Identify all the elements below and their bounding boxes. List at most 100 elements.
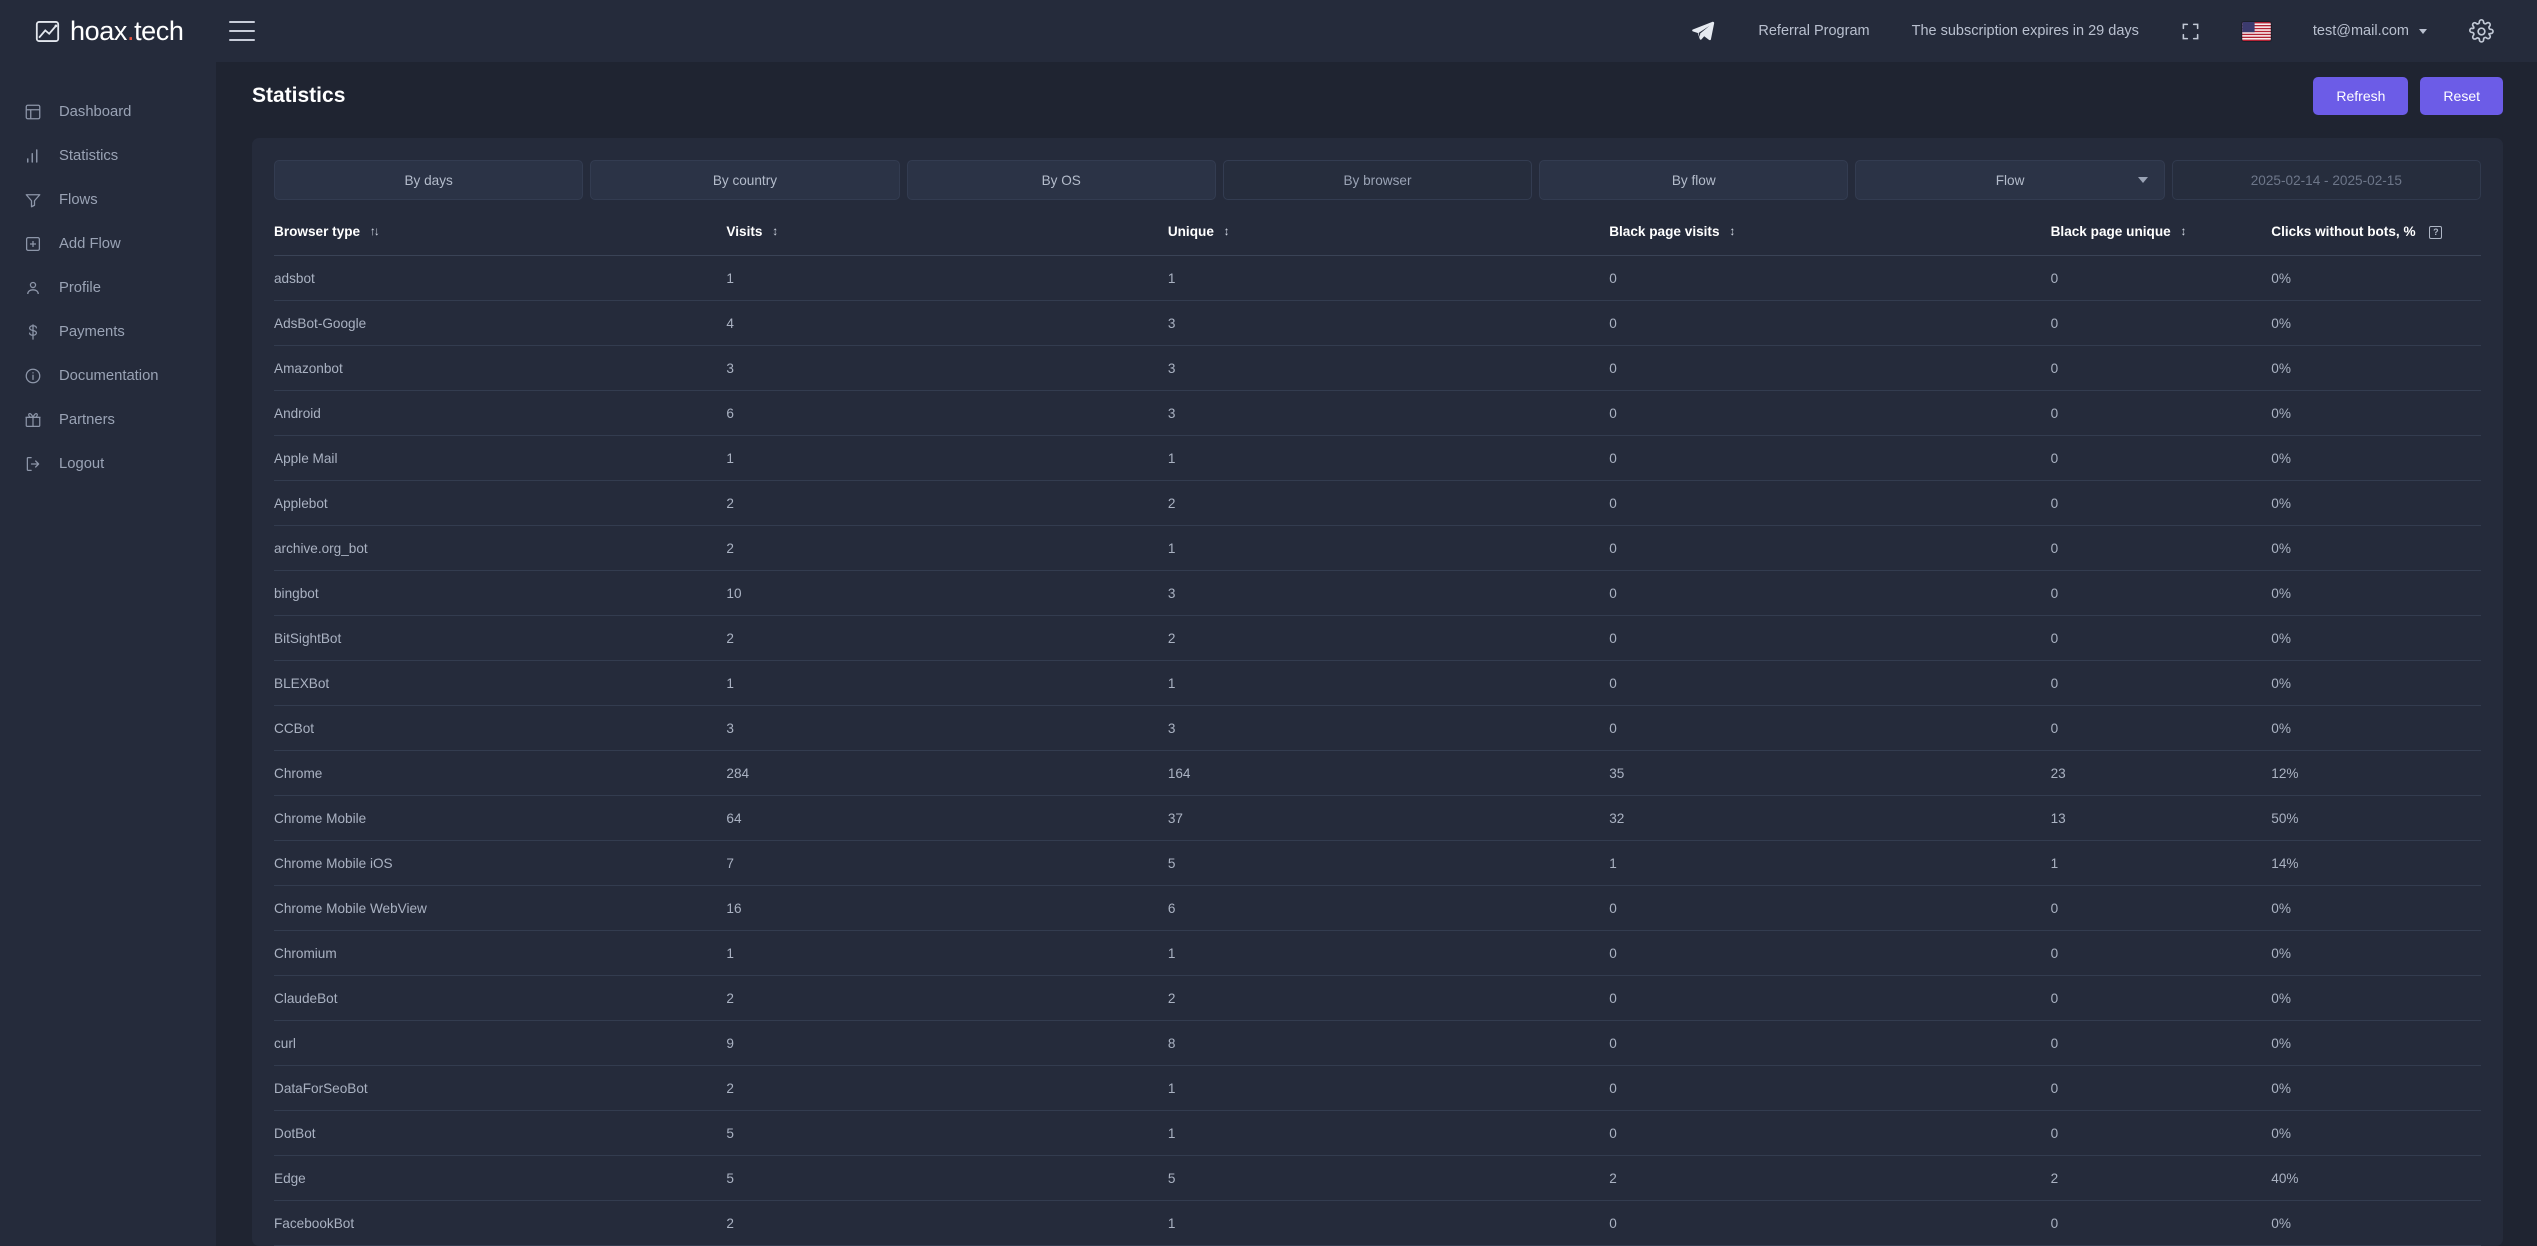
sidebar-item-logout[interactable]: Logout: [0, 442, 216, 486]
column-black-page-unique[interactable]: Black page unique ↕: [2050, 218, 2272, 256]
cell-black-page-unique: 0: [2050, 705, 2272, 751]
cell-black-page-unique: 13: [2050, 795, 2272, 841]
refresh-button[interactable]: Refresh: [2313, 77, 2409, 115]
logout-arrow-icon: [23, 455, 42, 474]
sidebar-item-label: Payments: [59, 324, 125, 340]
cell-unique: 2: [1167, 615, 1610, 661]
cell-visits: 2: [726, 1200, 1168, 1246]
cell-clicks-without-bots: 40%: [2271, 1155, 2481, 1201]
tab-by-flow[interactable]: By flow: [1539, 160, 1849, 200]
date-range-input[interactable]: 2025-02-14 - 2025-02-15: [2171, 160, 2481, 200]
cell-clicks-without-bots: 0%: [2271, 525, 2481, 571]
flow-select[interactable]: Flow: [1855, 160, 2165, 200]
table-row[interactable]: DotBot 5 1 0 0 0%: [274, 1110, 2481, 1156]
cell-browser-type: Chrome Mobile iOS: [274, 840, 727, 886]
table-row[interactable]: BitSightBot 2 2 0 0 0%: [274, 615, 2481, 661]
sidebar-item-documentation[interactable]: Documentation: [0, 354, 216, 398]
cell-unique: 3: [1167, 390, 1610, 436]
cell-black-page-visits: 0: [1609, 570, 2051, 616]
cell-browser-type: Chrome Mobile WebView: [274, 885, 727, 931]
cell-visits: 2: [726, 975, 1168, 1021]
sidebar-navigation: Dashboard Statistics Flows Add Flow Prof…: [0, 62, 216, 1246]
cell-black-page-unique: 0: [2050, 435, 2272, 481]
sidebar-item-statistics[interactable]: Statistics: [0, 134, 216, 178]
table-row[interactable]: bingbot 10 3 0 0 0%: [274, 570, 2481, 616]
account-email-label: test@mail.com: [2312, 23, 2409, 39]
cell-unique: 3: [1167, 345, 1610, 391]
sidebar-item-dashboard[interactable]: Dashboard: [0, 90, 216, 134]
table-row[interactable]: Edge 5 5 2 2 40%: [274, 1155, 2481, 1201]
cell-visits: 64: [726, 795, 1168, 841]
table-row[interactable]: Chrome Mobile 64 37 32 13 50%: [274, 795, 2481, 841]
table-row[interactable]: Chrome 284 164 35 23 12%: [274, 750, 2481, 796]
table-row[interactable]: AdsBot-Google 4 3 0 0 0%: [274, 300, 2481, 346]
cell-unique: 1: [1167, 435, 1610, 481]
table-row[interactable]: FacebookBot 2 1 0 0 0%: [274, 1200, 2481, 1246]
table-row[interactable]: CCBot 3 3 0 0 0%: [274, 705, 2481, 751]
tab-by-os[interactable]: By OS: [906, 160, 1216, 200]
account-menu[interactable]: test@mail.com: [2292, 23, 2448, 39]
table-row[interactable]: Amazonbot 3 3 0 0 0%: [274, 345, 2481, 391]
cell-clicks-without-bots: 0%: [2271, 390, 2481, 436]
tab-by-browser[interactable]: By browser: [1222, 160, 1533, 200]
cell-unique: 5: [1167, 1155, 1610, 1201]
table-row[interactable]: Applebot 2 2 0 0 0%: [274, 480, 2481, 526]
table-row[interactable]: BLEXBot 1 1 0 0 0%: [274, 660, 2481, 706]
cell-browser-type: BLEXBot: [274, 660, 727, 706]
column-unique[interactable]: Unique ↕: [1167, 218, 1610, 256]
cell-black-page-unique: 0: [2050, 615, 2272, 661]
sidebar-item-add-flow[interactable]: Add Flow: [0, 222, 216, 266]
fullscreen-button[interactable]: [2160, 22, 2221, 41]
cell-black-page-visits: 32: [1609, 795, 2051, 841]
column-label: Visits: [726, 224, 763, 239]
table-row[interactable]: Chromium 1 1 0 0 0%: [274, 930, 2481, 976]
cell-black-page-unique: 0: [2050, 1020, 2272, 1066]
cell-visits: 5: [726, 1155, 1168, 1201]
table-row[interactable]: Apple Mail 1 1 0 0 0%: [274, 435, 2481, 481]
tab-by-country[interactable]: By country: [590, 160, 900, 200]
column-visits[interactable]: Visits ↕: [726, 218, 1168, 256]
cell-visits: 2: [726, 480, 1168, 526]
cell-visits: 2: [726, 1065, 1168, 1111]
us-flag-icon: [2242, 21, 2271, 41]
cell-black-page-visits: 0: [1609, 705, 2051, 751]
cell-browser-type: CCBot: [274, 705, 727, 751]
cell-black-page-unique: 0: [2050, 1200, 2272, 1246]
column-black-page-visits[interactable]: Black page visits ↕: [1609, 218, 2051, 256]
sidebar-item-payments[interactable]: Payments: [0, 310, 216, 354]
sidebar-item-label: Partners: [59, 412, 115, 428]
reset-button[interactable]: Reset: [2420, 77, 2503, 115]
table-row[interactable]: Android 6 3 0 0 0%: [274, 390, 2481, 436]
cell-visits: 284: [726, 750, 1168, 796]
settings-button[interactable]: [2448, 18, 2515, 44]
column-browser-type[interactable]: Browser type ↑↓: [274, 218, 727, 256]
brand-logo[interactable]: hoax.tech: [0, 16, 216, 47]
sidebar-item-flows[interactable]: Flows: [0, 178, 216, 222]
referral-program-link[interactable]: Referral Program: [1737, 23, 1890, 39]
tab-by-days[interactable]: By days: [274, 160, 584, 200]
hamburger-menu-icon[interactable]: [229, 21, 255, 41]
sidebar-item-label: Flows: [59, 192, 98, 208]
cell-unique: 3: [1167, 300, 1610, 346]
table-row[interactable]: ClaudeBot 2 2 0 0 0%: [274, 975, 2481, 1021]
table-row[interactable]: adsbot 1 1 0 0 0%: [274, 255, 2481, 301]
cell-black-page-unique: 0: [2050, 255, 2272, 301]
table-row[interactable]: Chrome Mobile iOS 7 5 1 1 14%: [274, 840, 2481, 886]
sidebar-item-profile[interactable]: Profile: [0, 266, 216, 310]
cell-clicks-without-bots: 0%: [2271, 1110, 2481, 1156]
table-row[interactable]: DataForSeoBot 2 1 0 0 0%: [274, 1065, 2481, 1111]
cell-browser-type: Applebot: [274, 480, 727, 526]
cell-black-page-unique: 0: [2050, 525, 2272, 571]
table-row[interactable]: Chrome Mobile WebView 16 6 0 0 0%: [274, 885, 2481, 931]
cell-unique: 5: [1167, 840, 1610, 886]
table-row[interactable]: archive.org_bot 2 1 0 0 0%: [274, 525, 2481, 571]
table-row[interactable]: curl 9 8 0 0 0%: [274, 1020, 2481, 1066]
cell-clicks-without-bots: 0%: [2271, 435, 2481, 481]
cell-unique: 3: [1167, 570, 1610, 616]
sidebar-item-partners[interactable]: Partners: [0, 398, 216, 442]
cell-browser-type: bingbot: [274, 570, 727, 616]
help-question-icon[interactable]: ?: [2429, 226, 2443, 239]
telegram-link[interactable]: [1669, 18, 1737, 44]
language-switcher[interactable]: [2221, 21, 2292, 41]
cell-black-page-visits: 0: [1609, 615, 2051, 661]
